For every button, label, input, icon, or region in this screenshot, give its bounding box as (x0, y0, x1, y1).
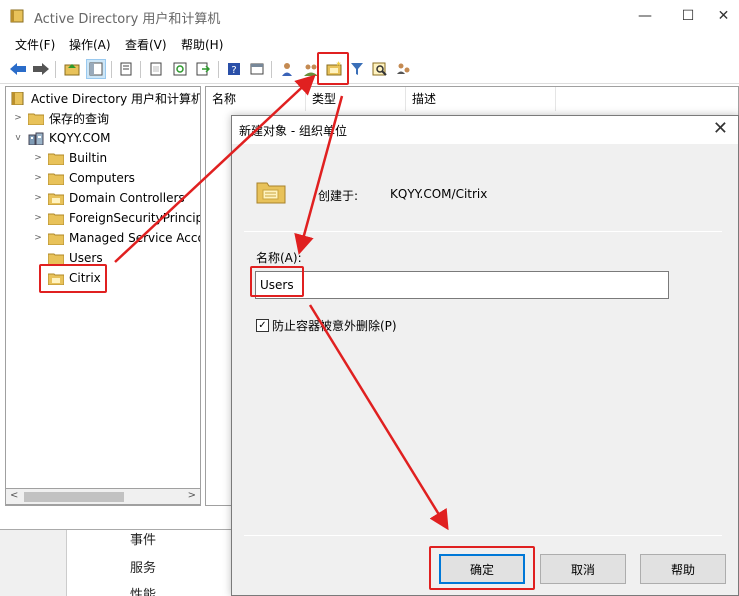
scroll-left-icon[interactable]: < (10, 490, 18, 501)
annotation-toolbar-highlight (317, 52, 349, 85)
bg-item-events[interactable]: 事件 (130, 529, 156, 548)
chevron-right-icon[interactable]: > (32, 173, 44, 183)
up-folder-icon[interactable] (62, 59, 82, 79)
new-ou-dialog: 新建对象 - 组织单位 ✕ 创建于: KQYY.COM/Citrix 名称(A)… (231, 115, 739, 596)
copy-icon[interactable] (146, 59, 166, 79)
dialog-title-bar: 新建对象 - 组织单位 ✕ (232, 116, 738, 144)
folder-icon (48, 213, 64, 225)
bg-item-performance[interactable]: 性能 (130, 584, 156, 596)
protect-label: 防止容器被意外删除(P) (272, 319, 397, 333)
console-tree: Active Directory 用户和计算机 > 保存的查询 v KQYY.C… (5, 86, 201, 506)
protect-from-deletion-row[interactable]: ✓ 防止容器被意外删除(P) (256, 317, 397, 334)
create-in-label: 创建于: (318, 189, 359, 203)
protect-checkbox[interactable]: ✓ (256, 319, 269, 332)
tree-root-label: Active Directory 用户和计算机 (31, 91, 201, 106)
folder-icon (28, 113, 44, 125)
chevron-right-icon[interactable]: > (32, 213, 44, 223)
tree-root[interactable]: Active Directory 用户和计算机 (10, 89, 201, 107)
column-type[interactable]: 类型 (306, 87, 406, 111)
ad-root-icon (11, 91, 24, 105)
menu-file[interactable]: 文件(F) (15, 36, 55, 53)
create-in-path: KQYY.COM/Citrix (390, 187, 488, 201)
menu-bar: 文件(F) 操作(A) 查看(V) 帮助(H) (0, 33, 739, 55)
column-description[interactable]: 描述 (406, 87, 556, 111)
svg-text:?: ? (231, 65, 236, 76)
folder-icon (48, 153, 64, 165)
domain-icon (28, 132, 44, 145)
tree-item-label: Builtin (69, 151, 108, 165)
add-to-group-icon[interactable] (394, 59, 414, 79)
tree-item-domain-controllers[interactable]: > Domain Controllers (32, 189, 185, 207)
back-arrow-icon[interactable] (8, 59, 28, 79)
dialog-title: 新建对象 - 组织单位 (239, 124, 347, 138)
tree-item-label: KQYY.COM (49, 131, 111, 145)
name-label: 名称(A): (256, 251, 302, 265)
close-button[interactable]: ✕ (708, 4, 739, 28)
tree-item-label: Computers (69, 171, 135, 185)
dialog-bottom-separator (244, 535, 722, 536)
tree-item-computers[interactable]: > Computers (32, 169, 135, 187)
folder-icon (48, 233, 64, 245)
annotation-ok-highlight (429, 546, 535, 590)
tree-item-label: ForeignSecurityPrincipa (69, 211, 201, 225)
column-name[interactable]: 名称 (206, 87, 306, 111)
scroll-right-icon[interactable]: > (188, 490, 196, 501)
annotation-name-highlight (250, 266, 304, 297)
chevron-right-icon[interactable]: > (32, 193, 44, 203)
ou-folder-large-icon (256, 182, 286, 204)
chevron-right-icon[interactable]: > (32, 233, 44, 243)
help-icon[interactable]: ? (224, 59, 244, 79)
tree-item-label: Users (69, 251, 103, 265)
tree-horizontal-scrollbar[interactable]: < > (5, 488, 201, 505)
properties-icon[interactable] (116, 59, 136, 79)
annotation-citrix-highlight (39, 264, 107, 293)
folder-icon (48, 253, 64, 265)
menu-view[interactable]: 查看(V) (125, 36, 167, 53)
tree-item-builtin[interactable]: > Builtin (32, 149, 107, 167)
tree-item-label: Managed Service Acco (69, 231, 201, 245)
menu-action[interactable]: 操作(A) (69, 36, 111, 53)
find-icon[interactable] (370, 59, 390, 79)
folder-icon (48, 173, 64, 185)
console-tree-icon[interactable] (86, 59, 106, 79)
menu-help[interactable]: 帮助(H) (181, 36, 223, 53)
toolbar: ? (0, 56, 739, 84)
scrollbar-thumb[interactable] (24, 492, 124, 502)
filter-icon[interactable] (347, 59, 367, 79)
help-button[interactable]: 帮助 (640, 554, 726, 584)
dialog-close-icon[interactable]: ✕ (713, 118, 728, 139)
ou-folder-icon (48, 193, 64, 205)
bg-item-services[interactable]: 服务 (130, 557, 156, 576)
dialog-separator (244, 231, 722, 232)
add-user-icon[interactable] (278, 59, 298, 79)
tree-item-label: 保存的查询 (49, 111, 110, 126)
maximize-button[interactable]: ☐ (665, 4, 711, 28)
tree-item-domain[interactable]: v KQYY.COM (12, 129, 111, 147)
chevron-right-icon[interactable]: > (32, 153, 44, 163)
tree-item-label: Domain Controllers (69, 191, 185, 205)
chevron-right-icon[interactable]: > (12, 113, 24, 123)
cancel-button[interactable]: 取消 (540, 554, 626, 584)
export-icon[interactable] (193, 59, 213, 79)
tree-item-saved-queries[interactable]: > 保存的查询 (12, 109, 109, 127)
refresh-icon[interactable] (170, 59, 190, 79)
tree-item-foreign-security[interactable]: > ForeignSecurityPrincipa (32, 209, 201, 227)
minimize-button[interactable]: — (622, 4, 668, 28)
tree-item-managed-service[interactable]: > Managed Service Acco (32, 229, 201, 247)
forward-arrow-icon[interactable] (31, 59, 51, 79)
window-title: Active Directory 用户和计算机 (34, 12, 221, 27)
ad-app-icon (10, 9, 24, 23)
title-bar: Active Directory 用户和计算机 — ☐ ✕ (0, 0, 739, 32)
view-icon[interactable] (247, 59, 267, 79)
chevron-down-icon[interactable]: v (12, 133, 24, 143)
ou-name-input[interactable] (255, 271, 669, 299)
